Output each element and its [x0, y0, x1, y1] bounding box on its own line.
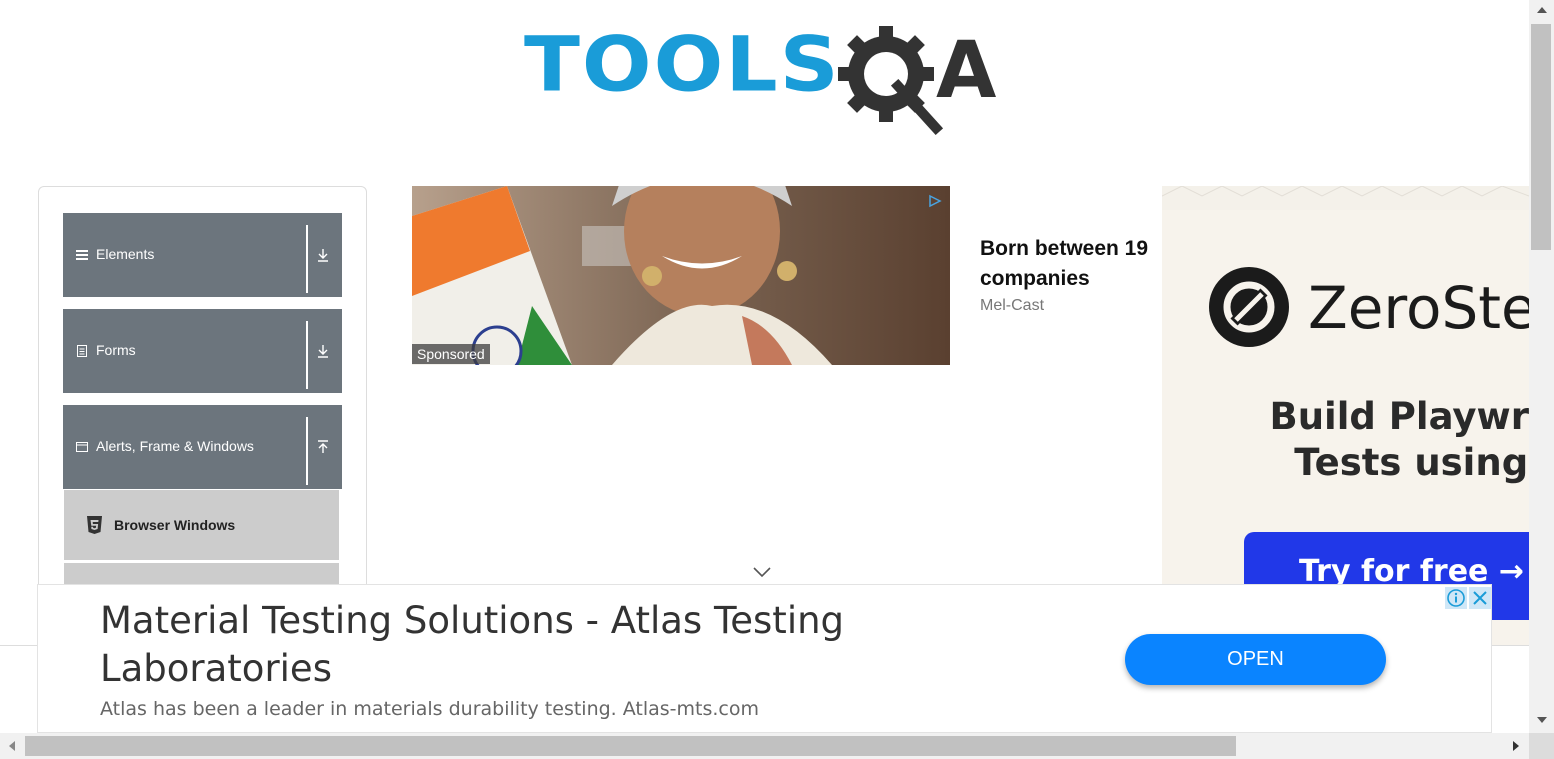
- sidebar-item-label: Browser Windows: [114, 517, 236, 533]
- scroll-up-icon[interactable]: [1537, 6, 1547, 14]
- ad-headline: Build Playwrigh Tests using A: [1269, 395, 1529, 484]
- vertical-scroll-thumb[interactable]: [1531, 24, 1551, 250]
- sidebar: Elements Forms Alerts, Frame & Windows B…: [38, 186, 367, 646]
- zerostep-logo-icon: [1209, 267, 1289, 347]
- sponsored-label: Sponsored: [412, 344, 490, 364]
- bottom-banner-ad[interactable]: Material Testing Solutions - Atlas Testi…: [37, 584, 1492, 733]
- scroll-down-icon[interactable]: [1537, 716, 1547, 724]
- form-icon: [77, 345, 87, 357]
- sidebar-group-elements[interactable]: Elements: [63, 213, 342, 297]
- toolsqa-logo[interactable]: TOOLS A: [524, 22, 1014, 137]
- sidebar-group-alerts-frame-windows[interactable]: Alerts, Frame & Windows: [63, 405, 342, 489]
- arrow-down-icon[interactable]: [316, 343, 330, 359]
- divider: [306, 417, 308, 485]
- sponsored-ad-source: Mel-Cast: [980, 297, 1045, 314]
- sponsored-ad-image[interactable]: [412, 186, 950, 365]
- sidebar-item-browser-windows[interactable]: Browser Windows: [64, 490, 339, 560]
- scrollbar-corner: [1529, 733, 1554, 759]
- ad-photo: [412, 186, 950, 365]
- open-button[interactable]: OPEN: [1125, 634, 1386, 685]
- menu-icon: [76, 250, 88, 260]
- page: TOOLS A Elements Forms Alerts, Frame & W…: [0, 0, 1529, 733]
- logo-suffix: A: [936, 26, 997, 116]
- scroll-right-icon[interactable]: [1512, 741, 1520, 751]
- bottom-ad-description: Atlas has been a leader in materials dur…: [100, 698, 760, 720]
- arrow-up-icon[interactable]: [316, 439, 330, 455]
- sidebar-group-label: Alerts, Frame & Windows: [96, 438, 254, 454]
- gear-q-icon: [838, 26, 944, 136]
- window-icon: [76, 442, 88, 452]
- divider: [306, 321, 308, 389]
- horizontal-scroll-thumb[interactable]: [25, 736, 1236, 756]
- bottom-ad-title[interactable]: Material Testing Solutions - Atlas Testi…: [100, 597, 900, 693]
- sidebar-group-forms[interactable]: Forms: [63, 309, 342, 393]
- vertical-scrollbar[interactable]: [1529, 0, 1554, 733]
- html5-icon: [87, 516, 102, 534]
- logo-text: TOOLS: [524, 21, 841, 109]
- chevron-down-icon[interactable]: [752, 566, 772, 578]
- horizontal-scrollbar[interactable]: [0, 733, 1529, 759]
- arrow-down-icon[interactable]: [316, 247, 330, 263]
- sidebar-group-label: Forms: [96, 342, 136, 358]
- scroll-left-icon[interactable]: [8, 741, 16, 751]
- divider: [306, 225, 308, 293]
- right-banner-ad[interactable]: ZeroSte Build Playwrigh Tests using A Tr…: [1162, 186, 1529, 646]
- adchoices-icon[interactable]: [928, 194, 942, 208]
- sidebar-group-label: Elements: [96, 246, 155, 262]
- info-icon[interactable]: [1445, 587, 1467, 609]
- ad-brand-name: ZeroSte: [1308, 274, 1529, 342]
- close-icon[interactable]: [1469, 587, 1491, 609]
- sponsored-ad-headline[interactable]: Born between 19 companies: [980, 234, 1180, 294]
